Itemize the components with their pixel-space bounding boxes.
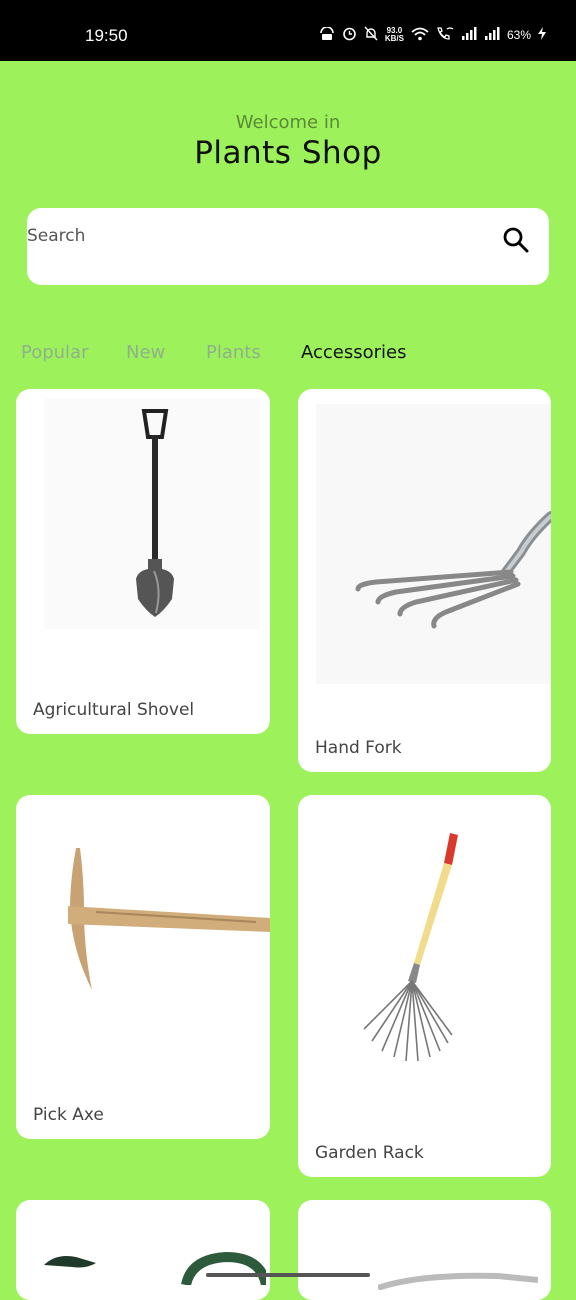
search-icon[interactable]: [500, 224, 532, 256]
welcome-text: Welcome in: [235, 112, 341, 133]
product-name: Garden Rack: [315, 1143, 424, 1163]
watering-can-image: [36, 1245, 270, 1287]
tab-accessories[interactable]: Accessories: [301, 342, 407, 363]
wifi-calling-icon: [436, 26, 454, 44]
search-input[interactable]: [27, 222, 467, 250]
status-bar: 19:50 93.0 KB/S 63%: [0, 0, 576, 61]
product-card[interactable]: [16, 1200, 270, 1300]
alarm-icon: [342, 26, 357, 44]
status-time: 19:50: [85, 26, 128, 45]
search-bar[interactable]: [27, 208, 549, 285]
product-card[interactable]: Garden Rack: [298, 795, 551, 1177]
charging-icon: [538, 27, 546, 43]
product-name: Pick Axe: [33, 1105, 104, 1125]
mute-icon: [364, 26, 378, 44]
tab-popular[interactable]: Popular: [21, 342, 89, 363]
page-title: Plants Shop: [194, 135, 382, 171]
product-card[interactable]: Hand Fork: [298, 389, 551, 772]
product-card[interactable]: [298, 1200, 551, 1300]
home-indicator[interactable]: [206, 1273, 370, 1277]
wifi-icon: [411, 27, 429, 44]
product-name: Agricultural Shovel: [33, 700, 195, 720]
signal-icon: [461, 27, 477, 43]
shovel-image: [44, 399, 260, 629]
pick-axe-image: [56, 840, 270, 1000]
status-icons: 93.0 KB/S 63%: [319, 25, 546, 44]
tab-plants[interactable]: Plants: [206, 342, 261, 363]
net-speed: 93.0 KB/S: [384, 26, 404, 43]
category-tabs: Popular New Plants Accessories: [0, 342, 576, 368]
tool-image: [377, 1270, 539, 1291]
vpn-icon: [319, 25, 335, 44]
hand-fork-image: [316, 404, 551, 684]
tab-new[interactable]: New: [126, 342, 165, 363]
product-card[interactable]: Agricultural Shovel: [16, 389, 270, 734]
product-name: Hand Fork: [315, 738, 402, 758]
battery-level: 63%: [506, 28, 531, 42]
garden-rake-image: [338, 825, 518, 1095]
signal-icon-2: [484, 27, 500, 43]
product-card[interactable]: Pick Axe: [16, 795, 270, 1139]
